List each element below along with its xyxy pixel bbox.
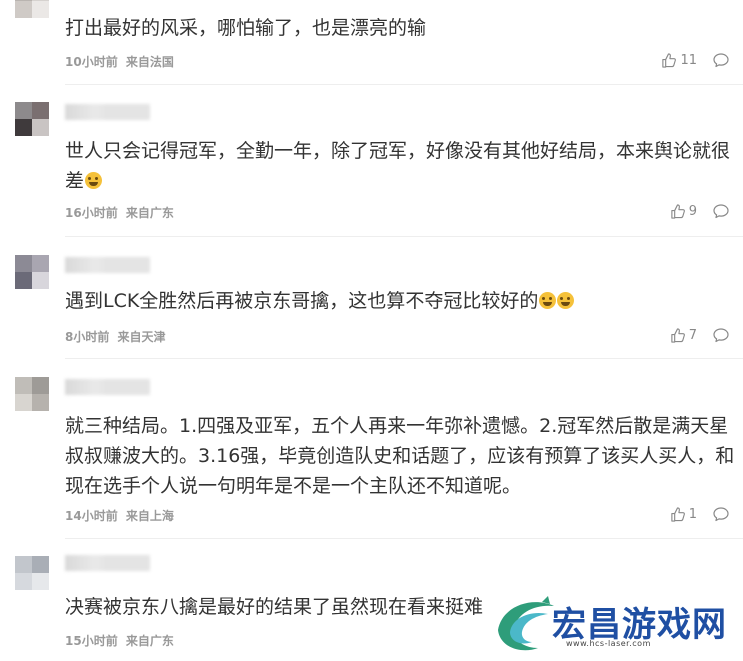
avatar[interactable]	[15, 0, 49, 18]
like-button[interactable]: 1	[670, 507, 697, 522]
laughing-emoji	[557, 292, 575, 309]
comment-location: 来自广东	[125, 634, 174, 648]
reply-icon[interactable]	[713, 506, 729, 522]
divider	[65, 236, 743, 237]
avatar[interactable]	[15, 255, 49, 289]
crying-emoji	[85, 172, 103, 189]
reply-icon[interactable]	[713, 327, 729, 343]
divider	[65, 358, 743, 359]
username-blurred	[65, 257, 150, 273]
comment-location: 来自天津	[117, 330, 166, 344]
divider	[65, 538, 743, 539]
comment-location: 来自广东	[125, 206, 174, 220]
comment-meta: 15小时前 来自广东	[65, 632, 174, 649]
like-count: 1	[688, 507, 697, 522]
divider	[65, 84, 743, 85]
thumbs-up-icon	[671, 507, 685, 522]
reply-icon[interactable]	[713, 52, 729, 68]
comment-meta: 8小时前 来自天津	[65, 328, 166, 345]
comment-text-content: 遇到LCK全胜然后再被京东哥擒，这也算不夺冠比较好的	[65, 290, 539, 312]
comment-time: 8小时前	[65, 330, 110, 344]
comment-text: 遇到LCK全胜然后再被京东哥擒，这也算不夺冠比较好的	[65, 286, 735, 316]
comment-text-content: 世人只会记得冠军，全勤一年，除了冠军，好像没有其他好结局，本来舆论就很差	[65, 140, 731, 192]
avatar[interactable]	[15, 377, 49, 411]
avatar[interactable]	[15, 556, 49, 590]
laughing-emoji	[539, 292, 557, 309]
thumbs-up-icon	[662, 53, 677, 68]
thumbs-up-icon	[671, 328, 685, 343]
avatar[interactable]	[15, 102, 49, 136]
comment-time: 10小时前	[65, 55, 118, 69]
comment-time: 14小时前	[65, 509, 118, 523]
comment-time: 16小时前	[65, 206, 118, 220]
like-button[interactable]: 7	[670, 328, 697, 343]
username-blurred	[65, 555, 150, 571]
comment-meta: 16小时前 来自广东	[65, 204, 174, 221]
comment-text: 决赛被京东八擒是最好的结果了虽然现在看来挺难	[65, 596, 484, 618]
reply-icon[interactable]	[713, 203, 729, 219]
comment-meta: 14小时前 来自上海	[65, 507, 174, 524]
comment-location: 来自上海	[125, 509, 174, 523]
comment-meta: 10小时前 来自法国	[65, 53, 174, 70]
like-count: 9	[688, 204, 697, 219]
comment-text: 世人只会记得冠军，全勤一年，除了冠军，好像没有其他好结局，本来舆论就很差	[65, 136, 735, 196]
comment-location: 来自法国	[125, 55, 174, 69]
comment-time: 15小时前	[65, 634, 118, 648]
like-count: 11	[680, 53, 697, 68]
like-button[interactable]: 9	[670, 204, 697, 219]
username-blurred	[65, 104, 150, 120]
watermark-url: www.hcs-laser.com	[566, 639, 651, 648]
username-blurred	[65, 379, 150, 395]
watermark-logo: 宏昌游戏网 www.hcs-laser.com	[492, 586, 742, 661]
like-count: 7	[688, 328, 697, 343]
comment-text: 打出最好的风采，哪怕输了，也是漂亮的输	[65, 17, 427, 39]
like-button[interactable]: 11	[661, 53, 697, 68]
dragon-logo-icon	[498, 596, 554, 651]
comment-text: 就三种结局。1.四强及亚军，五个人再来一年弥补遗憾。2.冠军然后散是满天星叔叔赚…	[65, 415, 735, 497]
thumbs-up-icon	[671, 204, 685, 219]
